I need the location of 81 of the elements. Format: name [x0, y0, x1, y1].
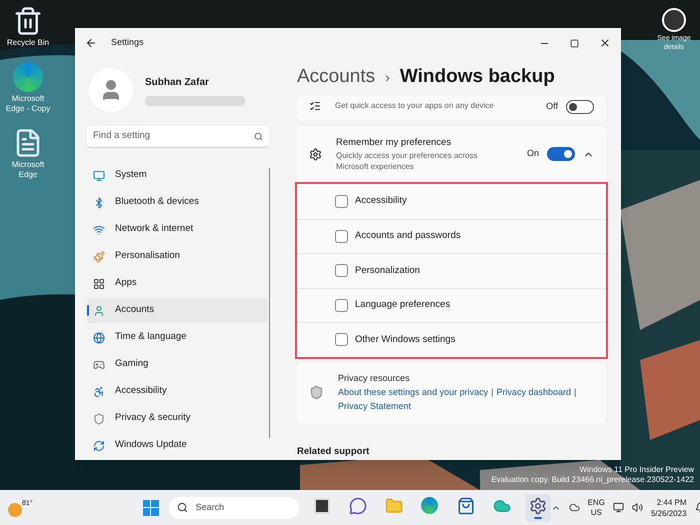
- clock-date[interactable]: 5/26/2023: [650, 508, 687, 518]
- clock-time[interactable]: 2:44 PM: [656, 496, 687, 508]
- refresh-icon: [93, 440, 105, 452]
- language-indicator[interactable]: US: [590, 508, 602, 518]
- link-separator: |: [574, 386, 576, 400]
- gamepad-icon: [93, 358, 105, 370]
- checkbox-label: Language preferences: [355, 298, 450, 312]
- desktop-icon-label: Microsoft Edge - Copy: [4, 94, 52, 114]
- sidebar-item[interactable]: Bluetooth & devices: [87, 190, 268, 215]
- taskbar-search[interactable]: Search: [168, 496, 299, 518]
- sidebar-item[interactable]: Gaming: [87, 352, 268, 377]
- privacy-link[interactable]: Privacy dashboard: [496, 385, 571, 400]
- windows-start-icon[interactable]: [142, 500, 159, 516]
- checkbox[interactable]: [335, 194, 348, 208]
- search-icon: [254, 132, 263, 141]
- gear-icon: [309, 148, 322, 160]
- checkbox[interactable]: [335, 264, 348, 278]
- desktop-icon-label: Microsoft Edge: [10, 160, 46, 180]
- recycle-bin-icon[interactable]: [13, 6, 43, 36]
- section-heading: Related support: [297, 444, 370, 458]
- privacy-link[interactable]: About these settings and your privacy: [338, 385, 488, 400]
- checkbox-label: Other Windows settings: [355, 332, 456, 347]
- widgets-icon[interactable]: [314, 498, 330, 514]
- privacy-link[interactable]: Privacy Statement: [338, 399, 412, 414]
- link-separator: |: [491, 386, 494, 400]
- language-indicator[interactable]: ENG: [588, 498, 605, 508]
- chat-icon[interactable]: [348, 496, 367, 514]
- globe-icon: [93, 332, 105, 344]
- checkbox[interactable]: [335, 230, 348, 243]
- checkbox[interactable]: [335, 333, 348, 346]
- breadcrumb-separator: ›: [385, 68, 390, 86]
- sidebar-item[interactable]: Personalisation: [87, 244, 268, 269]
- checkbox-label: Accessibility: [355, 194, 407, 208]
- setting-title: Remember my preferences: [336, 136, 452, 150]
- breadcrumb-parent[interactable]: Accounts: [297, 62, 376, 92]
- toggle-switch[interactable]: [547, 147, 575, 161]
- checkbox[interactable]: [335, 298, 348, 312]
- desktop-icon-label: Recycle Bin: [6, 38, 50, 48]
- store-icon[interactable]: [456, 496, 475, 514]
- sidebar-item[interactable]: Windows Update: [87, 433, 268, 458]
- toggle-label: On: [526, 147, 539, 160]
- close-icon[interactable]: [599, 37, 611, 49]
- cloud-icon[interactable]: [568, 502, 580, 513]
- search-field[interactable]: Find a setting: [87, 126, 269, 148]
- setting-description: Get quick access to your apps on any device: [335, 100, 494, 112]
- toggle-switch[interactable]: [566, 100, 594, 114]
- wifi-icon: [93, 224, 105, 236]
- checkbox-label: Accounts and passwords: [355, 229, 461, 244]
- page-title: Windows backup: [400, 64, 555, 89]
- sidebar-item[interactable]: Privacy & security: [87, 406, 268, 431]
- back-icon[interactable]: [85, 37, 97, 49]
- apps-grid-icon: [93, 278, 105, 290]
- settings-icon[interactable]: [528, 496, 547, 514]
- window-title: Settings: [111, 36, 144, 50]
- sidebar-item[interactable]: Accounts: [87, 298, 268, 323]
- paintbrush-icon: [93, 250, 105, 262]
- privacy-title: Privacy resources: [338, 372, 411, 385]
- evaluation-watermark: Evaluation copy. Build 23466.ni_prerelease.230522-1422: [491, 475, 694, 485]
- sidebar-item[interactable]: Accessibility: [87, 379, 268, 404]
- sidebar-item[interactable]: Network & internet: [87, 217, 268, 242]
- checkbox-label: Personalization: [355, 264, 420, 278]
- toggle-label: Off: [546, 100, 558, 113]
- browser-icon[interactable]: [421, 497, 438, 514]
- maximize-icon[interactable]: [570, 38, 579, 48]
- sidebar-item[interactable]: System: [87, 163, 268, 188]
- evaluation-watermark: Windows 11 Pro Insider Preview: [579, 465, 694, 475]
- monitor-icon: [93, 170, 105, 182]
- accessibility-icon: [93, 386, 105, 398]
- list-icon: [309, 100, 321, 112]
- shield-icon: [309, 385, 324, 400]
- search-icon: [176, 502, 188, 513]
- bluetooth-icon: [93, 196, 105, 208]
- sidebar-item[interactable]: Time & language: [87, 325, 268, 350]
- sidebar-item[interactable]: Apps: [87, 271, 268, 296]
- setting-description: Quickly access your preferences across Microsoft experiences: [336, 150, 478, 172]
- user-name: Subhan Zafar: [145, 76, 210, 90]
- shield-icon: [93, 412, 105, 424]
- taskbar-app[interactable]: [524, 494, 551, 522]
- speaker-icon[interactable]: [632, 502, 643, 513]
- person-icon: [93, 304, 105, 316]
- monitor-icon[interactable]: [612, 502, 624, 513]
